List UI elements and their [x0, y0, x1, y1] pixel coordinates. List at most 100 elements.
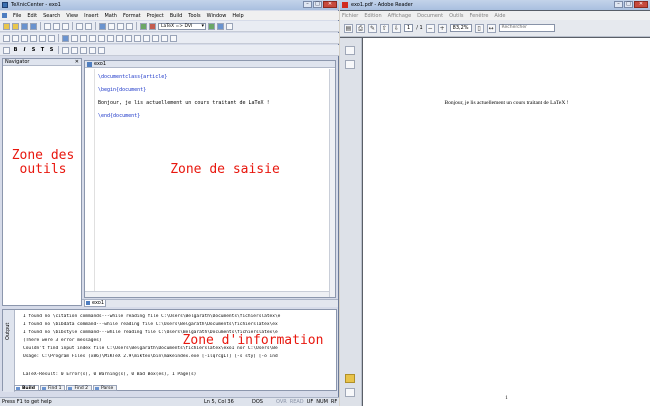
stop-build-icon[interactable] — [149, 22, 156, 30]
superscript-icon[interactable] — [107, 34, 114, 42]
reader-menu-document[interactable]: Document — [417, 13, 443, 19]
typewriter-button[interactable]: T — [39, 47, 46, 53]
matrix-icon[interactable] — [143, 34, 150, 42]
menu-window[interactable]: Window — [207, 13, 227, 19]
align-left-icon[interactable] — [62, 46, 69, 54]
menu-project[interactable]: Project — [147, 13, 164, 19]
align-center-icon[interactable] — [71, 46, 78, 54]
editor-vertical-scrollbar[interactable] — [329, 69, 335, 297]
open-file-icon[interactable]: ▤ — [344, 23, 353, 33]
item-icon[interactable] — [12, 34, 19, 42]
subscript-icon[interactable] — [116, 34, 123, 42]
fit-width-icon[interactable]: ↔ — [486, 23, 496, 33]
fit-page-icon[interactable]: ▯ — [474, 23, 484, 33]
menu-help[interactable]: Help — [232, 13, 243, 19]
slanted-button[interactable]: S — [30, 47, 37, 53]
sum-icon[interactable] — [125, 34, 132, 42]
document-tab-exo1[interactable]: exo1 — [84, 300, 106, 307]
undo-icon[interactable] — [76, 22, 83, 30]
reader-menu-affichage[interactable]: Affichage — [388, 13, 412, 19]
menu-search[interactable]: Search — [43, 13, 60, 19]
create-pdf-icon[interactable]: ✎ — [368, 23, 377, 33]
greek-icon[interactable] — [152, 34, 159, 42]
equation-icon[interactable] — [80, 34, 87, 42]
navigator-close-icon[interactable]: ✕ — [75, 59, 79, 66]
math-inline-icon[interactable] — [62, 34, 69, 42]
menu-edit[interactable]: Edit — [27, 13, 37, 19]
close-button[interactable]: ✕ — [323, 1, 337, 8]
reference-icon[interactable] — [48, 34, 55, 42]
bold-button[interactable]: B — [12, 47, 19, 53]
minimize-button[interactable]: – — [303, 1, 312, 8]
menu-math[interactable]: Math — [104, 13, 117, 19]
reader-menu-aide[interactable]: Aide — [494, 13, 505, 19]
code-line[interactable]: \documentclass{article} — [98, 74, 167, 80]
section-icon[interactable] — [3, 34, 10, 42]
sqrt-icon[interactable] — [98, 34, 105, 42]
quote-icon[interactable] — [89, 46, 96, 54]
save-all-icon[interactable] — [30, 22, 37, 30]
tab-find-1[interactable]: Find 1 — [39, 385, 66, 391]
menu-view[interactable]: View — [66, 13, 78, 19]
align-right-icon[interactable] — [80, 46, 87, 54]
reader-maximize-button[interactable]: □ — [624, 1, 633, 8]
pages-panel-icon[interactable] — [345, 46, 355, 55]
code-line[interactable]: \begin{document} — [98, 87, 146, 93]
code-line[interactable]: \end{document} — [98, 113, 140, 119]
menu-insert[interactable]: Insert — [84, 13, 98, 19]
reader-menu-fenetre[interactable]: Fenêtre — [470, 13, 489, 19]
menu-format[interactable]: Format — [123, 13, 141, 19]
reader-menu-outils[interactable]: Outils — [449, 13, 463, 19]
math-display-icon[interactable] — [71, 34, 78, 42]
fraction-icon[interactable] — [89, 34, 96, 42]
tab-find-2[interactable]: Find 2 — [66, 385, 92, 391]
arrow-icon[interactable] — [161, 34, 168, 42]
page-number-input[interactable]: 1 — [404, 24, 414, 32]
cut-icon[interactable] — [44, 22, 51, 30]
previous-page-icon[interactable]: ⇧ — [380, 23, 389, 33]
paste-icon[interactable] — [62, 22, 69, 30]
table-icon[interactable] — [30, 34, 37, 42]
relation-icon[interactable] — [170, 34, 177, 42]
replace-icon[interactable] — [108, 22, 115, 30]
comments-icon[interactable] — [345, 374, 355, 383]
italic-button[interactable]: I — [21, 47, 28, 53]
view-output-icon[interactable] — [217, 22, 224, 30]
document-menu-icon[interactable] — [2, 13, 7, 18]
maximize-button[interactable]: □ — [313, 1, 322, 8]
integral-icon[interactable] — [134, 34, 141, 42]
copy-icon[interactable] — [53, 22, 60, 30]
new-file-icon[interactable] — [3, 22, 10, 30]
editor-horizontal-scrollbar[interactable] — [85, 291, 329, 297]
smallcaps-button[interactable]: S — [48, 47, 55, 53]
goto-icon[interactable] — [126, 22, 133, 30]
menu-tools[interactable]: Tools — [188, 13, 200, 19]
output-result-line[interactable]: LaTeX-Result: 0 Error(s), 0 Warning(s), … — [23, 372, 328, 377]
save-icon[interactable] — [21, 22, 28, 30]
font-size-icon[interactable] — [98, 46, 105, 54]
zoom-level-select[interactable]: 83,2% — [449, 24, 472, 32]
zoom-in-icon[interactable]: + — [437, 23, 447, 33]
bookmark-icon[interactable] — [117, 22, 124, 30]
editor-window[interactable]: exo1 \documentclass{article} \begin{docu… — [84, 60, 336, 298]
figure-icon[interactable] — [21, 34, 28, 42]
menu-build[interactable]: Build — [170, 13, 183, 19]
next-page-icon[interactable]: ⇩ — [392, 23, 401, 33]
code-line[interactable]: Bonjour, je lis actuellement un cours tr… — [98, 100, 270, 106]
attachment-clip-icon[interactable] — [345, 388, 355, 397]
build-icon[interactable] — [140, 22, 147, 30]
build-view-icon[interactable] — [208, 22, 215, 30]
find-icon[interactable] — [99, 22, 106, 30]
zoom-out-icon[interactable]: − — [425, 23, 435, 33]
paragraph-icon[interactable] — [3, 46, 10, 54]
print-icon[interactable]: ⎙ — [356, 23, 365, 33]
reader-close-button[interactable]: ✕ — [634, 1, 648, 8]
output-line[interactable]: I found no \citation commands---while re… — [23, 314, 328, 319]
help-icon[interactable] — [226, 22, 233, 30]
search-field[interactable]: Rechercher — [498, 24, 555, 32]
attachments-icon[interactable] — [345, 60, 355, 69]
label-icon[interactable] — [39, 34, 46, 42]
redo-icon[interactable] — [85, 22, 92, 30]
open-folder-icon[interactable] — [12, 22, 19, 30]
tab-build[interactable]: Build — [14, 385, 39, 391]
